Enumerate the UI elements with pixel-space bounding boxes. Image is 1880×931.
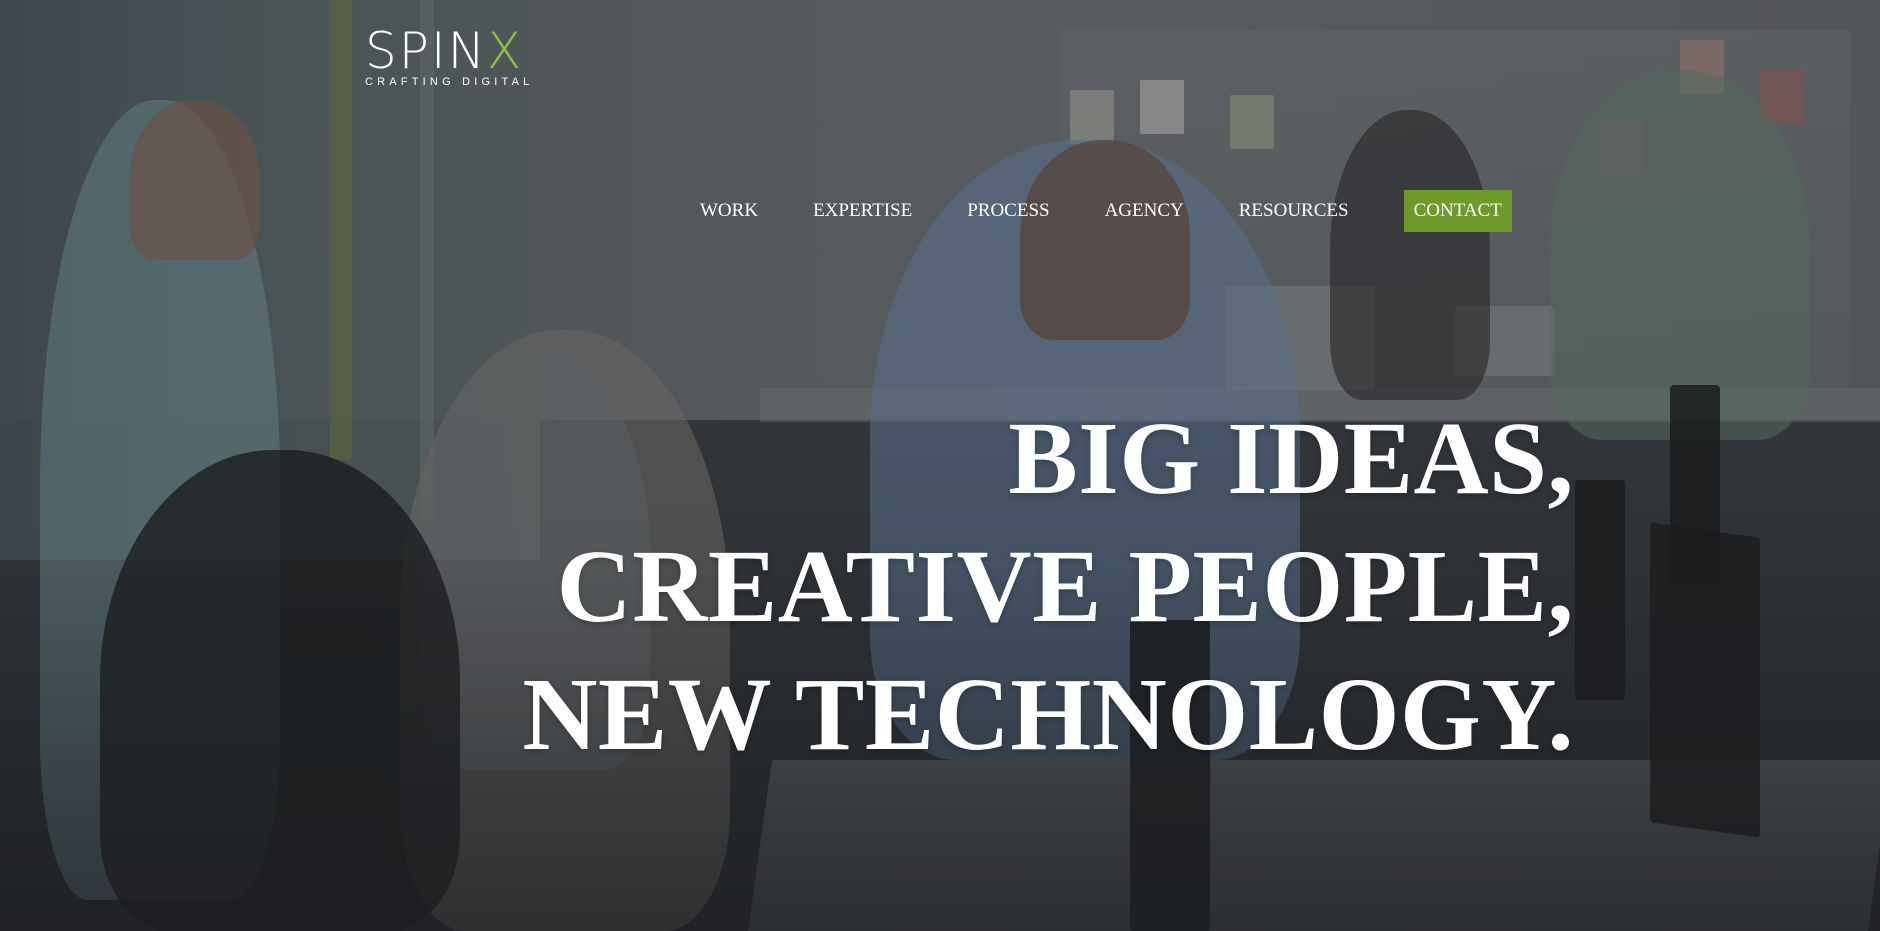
hero-headline: BIG IDEAS, CREATIVE PEOPLE, NEW TECHNOLO… <box>522 395 1574 779</box>
nav-item-agency[interactable]: AGENCY <box>1105 190 1184 232</box>
logo-tagline: CRAFTING DIGITAL <box>365 76 534 88</box>
spinx-logo[interactable]: SPINX CRAFTING DIGITAL <box>365 26 555 88</box>
headline-line-3: NEW TECHNOLOGY. <box>522 657 1574 772</box>
logo-accent-x: X <box>487 22 524 80</box>
nav-item-expertise[interactable]: EXPERTISE <box>813 190 912 232</box>
nav-item-process[interactable]: PROCESS <box>967 190 1049 232</box>
headline-line-1: BIG IDEAS, <box>1008 401 1574 516</box>
headline-line-2: CREATIVE PEOPLE, <box>556 529 1574 644</box>
nav-item-resources[interactable]: RESOURCES <box>1239 190 1349 232</box>
nav-item-contact-button[interactable]: CONTACT <box>1403 190 1512 232</box>
logo-wordmark: SPINX <box>365 22 524 80</box>
main-navigation: WORK EXPERTISE PROCESS AGENCY RESOURCES … <box>700 190 1512 232</box>
nav-item-work[interactable]: WORK <box>700 190 758 232</box>
hero-section: SPINX CRAFTING DIGITAL WORK EXPERTISE PR… <box>0 0 1880 931</box>
